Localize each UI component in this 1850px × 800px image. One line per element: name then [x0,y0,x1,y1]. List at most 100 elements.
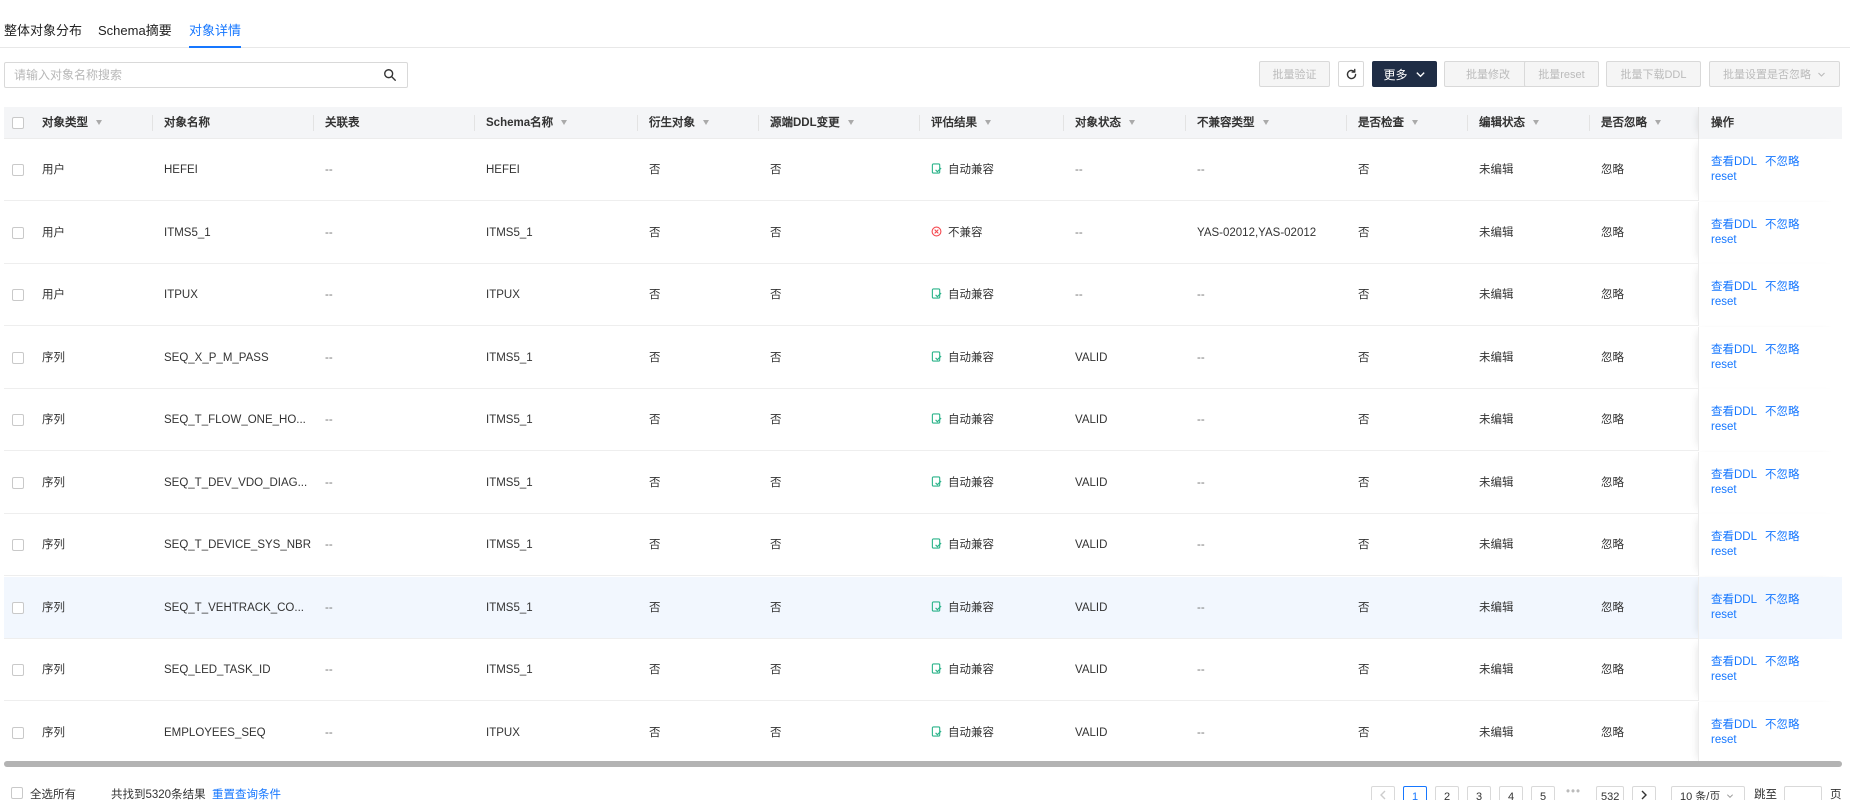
table-row[interactable]: 用户 HEFEI -- HEFEI 否 否 自动兼容 -- -- 否 未编辑 忽略 查看DDL 不忽略 re… [4,139,1842,201]
horizontal-scrollbar[interactable] [4,761,1842,767]
unignore-link[interactable]: 不忽略 [1765,716,1800,732]
view-ddl-link[interactable]: 查看DDL [1711,341,1757,357]
column-separator[interactable] [313,115,314,131]
column-separator[interactable] [1185,115,1186,131]
table-row[interactable]: 序列 SEQ_T_DEVICE_SYS_NBR -- ITMS5_1 否 否 自动兼容 VAL… [4,514,1842,576]
refresh-button[interactable] [1338,61,1364,87]
batch-verify-button[interactable]: 批量验证 [1259,61,1330,87]
unignore-link[interactable]: 不忽略 [1765,403,1800,419]
view-ddl-link[interactable]: 查看DDL [1711,216,1757,232]
view-ddl-link[interactable]: 查看DDL [1711,278,1757,294]
filter-icon[interactable] [847,120,854,126]
unignore-link[interactable]: 不忽略 [1765,278,1800,294]
row-checkbox[interactable] [12,664,24,676]
filter-icon[interactable] [1129,120,1135,126]
reset-link[interactable]: reset [1711,734,1737,746]
column-separator[interactable] [1467,115,1468,131]
view-ddl-link[interactable]: 查看DDL [1711,591,1757,607]
column-separator[interactable] [474,115,475,131]
unignore-link[interactable]: 不忽略 [1765,653,1800,669]
column-header-object-type: 对象类型 [42,107,102,139]
row-checkbox[interactable] [12,414,24,426]
search-icon[interactable] [383,68,397,82]
reset-link[interactable]: reset [1711,234,1737,246]
batch-download-ddl-button[interactable]: 批量下载DDL [1606,61,1701,87]
page-5[interactable]: 5 [1531,786,1555,800]
reset-link[interactable]: reset [1711,171,1737,183]
row-checkbox[interactable] [12,476,24,489]
filter-icon[interactable] [1412,120,1418,126]
row-checkbox[interactable] [12,539,24,551]
table-row[interactable]: 序列 SEQ_X_P_M_PASS -- ITMS5_1 否 否 自动兼容 VALID -- 否 未… [4,326,1842,389]
row-checkbox[interactable] [12,351,24,364]
column-separator[interactable] [1589,115,1590,131]
scrollbar-thumb[interactable] [4,761,1842,767]
prev-page-button[interactable] [1371,786,1395,800]
page-2[interactable]: 2 [1435,786,1459,800]
page-4[interactable]: 4 [1499,786,1523,800]
tab-overall-distribution[interactable]: 整体对象分布 [4,20,82,39]
unignore-link[interactable]: 不忽略 [1765,591,1800,607]
row-checkbox[interactable] [12,601,24,614]
reset-link[interactable]: reset [1711,609,1737,621]
unignore-link[interactable]: 不忽略 [1765,466,1800,482]
batch-set-ignore-button[interactable]: 批量设置是否忽略 [1709,61,1840,87]
row-checkbox[interactable] [12,289,24,301]
row-checkbox[interactable] [12,226,24,239]
page-size-select[interactable]: 10 条/页 [1671,786,1745,800]
column-separator[interactable] [758,115,759,131]
more-button[interactable]: 更多 [1372,61,1437,87]
unignore-link[interactable]: 不忽略 [1765,216,1800,232]
filter-icon[interactable] [1655,120,1661,126]
column-separator[interactable] [1346,115,1347,131]
filter-icon[interactable] [96,120,102,126]
column-separator[interactable] [637,115,638,131]
page-1[interactable]: 1 [1403,786,1427,800]
tab-object-details[interactable]: 对象详情 [189,20,242,48]
filter-icon[interactable] [561,120,568,126]
unignore-link[interactable]: 不忽略 [1765,528,1800,544]
table-row[interactable]: 序列 SEQ_LED_TASK_ID -- ITMS5_1 否 否 自动兼容 VALID -- 否… [4,639,1842,701]
page-3[interactable]: 3 [1467,786,1491,800]
search-input[interactable] [14,63,374,87]
select-all-checkbox-header[interactable] [12,117,24,129]
table-row[interactable]: 用户 ITMS5_1 -- ITMS5_1 否 否 不兼容 -- YAS-02012,YAS-0… [4,201,1842,264]
page-ellipsis[interactable]: ••• [1566,786,1581,798]
table-row[interactable]: 序列 SEQ_T_VEHTRACK_CO... -- ITMS5_1 否 否 自动兼容 VAL… [4,576,1842,639]
column-separator[interactable] [152,115,153,131]
reset-link[interactable]: reset [1711,546,1737,558]
table-row[interactable]: 序列 SEQ_T_FLOW_ONE_HO... -- ITMS5_1 否 否 自动兼容 VAL… [4,389,1842,451]
view-ddl-link[interactable]: 查看DDL [1711,153,1757,169]
tab-schema-summary[interactable]: Schema摘要 [98,20,172,39]
batch-reset-button[interactable]: 批量reset [1524,61,1599,87]
row-checkbox[interactable] [12,164,24,176]
unignore-link[interactable]: 不忽略 [1765,341,1800,357]
jump-page-input[interactable] [1784,786,1822,800]
reset-link[interactable]: reset [1711,484,1737,496]
batch-modify-button[interactable]: 批量修改 [1444,61,1532,87]
select-all-checkbox[interactable] [11,787,23,799]
filter-icon[interactable] [1262,120,1269,126]
view-ddl-link[interactable]: 查看DDL [1711,528,1757,544]
reset-query-link[interactable]: 重置查询条件 [212,786,281,800]
table-row[interactable]: 序列 SEQ_T_DEV_VDO_DIAG... -- ITMS5_1 否 否 自动兼容 VA… [4,451,1842,514]
unignore-link[interactable]: 不忽略 [1765,153,1800,169]
filter-icon[interactable] [703,120,709,126]
reset-link[interactable]: reset [1711,359,1737,371]
table-row[interactable]: 序列 EMPLOYEES_SEQ -- ITPUX 否 否 自动兼容 VALID -- 否 未编辑 忽… [4,701,1842,763]
reset-link[interactable]: reset [1711,296,1737,308]
reset-link[interactable]: reset [1711,671,1737,683]
row-checkbox[interactable] [12,726,24,739]
column-separator[interactable] [1063,115,1064,131]
next-page-button[interactable] [1632,786,1656,800]
table-row[interactable]: 用户 ITPUX -- ITPUX 否 否 自动兼容 -- -- 否 未编辑 忽略 查看DDL 不忽略 re… [4,264,1842,326]
page-532[interactable]: 532 [1596,786,1625,800]
view-ddl-link[interactable]: 查看DDL [1711,653,1757,669]
view-ddl-link[interactable]: 查看DDL [1711,403,1757,419]
view-ddl-link[interactable]: 查看DDL [1711,716,1757,732]
column-separator[interactable] [919,115,920,131]
reset-link[interactable]: reset [1711,421,1737,433]
filter-icon[interactable] [985,120,991,126]
view-ddl-link[interactable]: 查看DDL [1711,466,1757,482]
filter-icon[interactable] [1533,120,1539,126]
